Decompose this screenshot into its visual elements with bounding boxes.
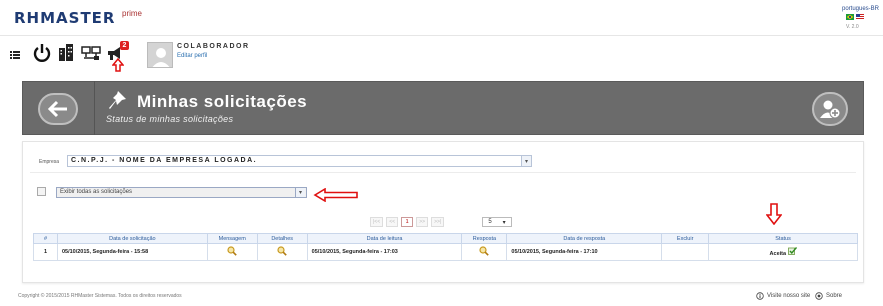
pagination: |<< << 1 >> >>|	[370, 217, 445, 227]
first-page-button[interactable]: |<<	[370, 217, 384, 227]
column-header[interactable]: Data de solicitação	[56, 233, 208, 244]
menu-icon[interactable]	[6, 46, 24, 64]
notification-badge: 2	[120, 41, 129, 50]
red-arrow-left-icon	[313, 188, 358, 202]
about-link[interactable]: Sobre	[815, 292, 842, 300]
language-flags[interactable]	[846, 14, 864, 20]
visit-site-link[interactable]: Visite nosso site	[756, 292, 810, 300]
filter-select[interactable]: Exibir todas as solicitações	[56, 187, 307, 198]
column-header[interactable]: Data de resposta	[506, 233, 663, 244]
magnifier-icon[interactable]	[227, 246, 237, 256]
building-icon[interactable]	[57, 43, 75, 61]
empresa-label: Empresa	[39, 159, 60, 165]
accepted-check-icon	[787, 247, 797, 255]
next-page-button[interactable]: >>	[416, 217, 429, 227]
message-cell[interactable]	[206, 243, 258, 261]
top-bar	[0, 0, 883, 36]
avatar[interactable]	[147, 42, 173, 68]
add-user-icon	[820, 100, 841, 119]
page-subtitle: Status de minhas solicitações	[106, 114, 234, 124]
pin-icon	[109, 91, 126, 109]
page-size-value: 5	[488, 219, 492, 225]
version-label: V. 2.0	[846, 24, 859, 30]
column-header: Mensagem	[206, 233, 258, 244]
response-cell[interactable]	[461, 243, 508, 261]
app-logo-superscript: prime	[122, 9, 143, 18]
about-label: Sobre	[826, 293, 843, 299]
chevron-down-icon[interactable]: ▾	[521, 156, 531, 166]
toolbar	[0, 38, 883, 72]
visit-site-label: Visite nosso site	[767, 293, 811, 299]
status-cell: Aceita	[708, 243, 858, 261]
back-button[interactable]	[38, 93, 78, 125]
table-row: 1 05/10/2015, Segunda-feira - 15:58 05/1…	[33, 243, 858, 261]
details-cell[interactable]	[256, 243, 308, 261]
empresa-select[interactable]: C.N.P.J. - NOME DA EMPRESA LOGADA.	[67, 155, 532, 167]
prev-page-button[interactable]: <<	[386, 217, 399, 227]
about-icon	[815, 292, 823, 300]
table-header-row: # Data de solicitação Mensagem Detalhes …	[33, 233, 858, 244]
magnifier-icon[interactable]	[277, 246, 287, 256]
filter-checkbox[interactable]	[37, 187, 46, 196]
divider	[30, 172, 856, 173]
requests-table: # Data de solicitação Mensagem Detalhes …	[33, 233, 858, 261]
row-number: 1	[33, 243, 58, 261]
red-arrow-down-icon	[766, 203, 782, 225]
chevron-down-icon: ▾	[502, 219, 506, 226]
copyright-text: Copyright © 2015/2015 RHMaster Sistemas.…	[18, 293, 182, 299]
delete-cell	[661, 243, 710, 261]
flag-brazil-icon[interactable]	[846, 14, 854, 20]
arrow-left-icon	[47, 100, 67, 118]
column-header: Status	[708, 233, 858, 244]
filter-select-value: Exibir todas as solicitações	[60, 189, 133, 195]
last-page-button[interactable]: >>|	[431, 217, 445, 227]
add-user-button[interactable]	[812, 92, 848, 126]
banner-divider	[94, 81, 95, 135]
page-size-select[interactable]: 5 ▾	[482, 217, 512, 227]
column-header: Resposta	[461, 233, 508, 244]
column-header[interactable]: Data de leitura	[306, 233, 463, 244]
chevron-down-icon[interactable]: ▾	[295, 188, 305, 197]
current-page[interactable]: 1	[401, 217, 414, 227]
flag-usa-icon[interactable]	[856, 14, 864, 20]
app-logo: RHMASTER	[14, 9, 116, 27]
column-header: #	[33, 233, 58, 244]
magnifier-icon[interactable]	[479, 246, 490, 256]
empresa-select-value: C.N.P.J. - NOME DA EMPRESA LOGADA.	[71, 157, 258, 164]
request-date-cell: 05/10/2015, Segunda-feira - 15:58	[56, 243, 208, 261]
red-arrow-up-icon	[112, 58, 124, 72]
network-icon[interactable]	[80, 44, 102, 62]
status-text: Aceita	[769, 251, 787, 257]
read-date-cell: 05/10/2015, Segunda-feira - 17:03	[306, 243, 463, 261]
info-icon	[756, 292, 764, 300]
column-header: Detalhes	[256, 233, 308, 244]
page-title: Minhas solicitações	[137, 92, 308, 111]
user-role: COLABORADOR	[177, 43, 250, 50]
response-date-cell: 05/10/2015, Segunda-feira - 17:10	[506, 243, 663, 261]
language-link[interactable]: portugues-BR	[842, 6, 879, 12]
column-header: Excluir	[661, 233, 710, 244]
power-icon[interactable]	[31, 42, 53, 64]
edit-profile-link[interactable]: Editar perfil	[177, 53, 207, 59]
